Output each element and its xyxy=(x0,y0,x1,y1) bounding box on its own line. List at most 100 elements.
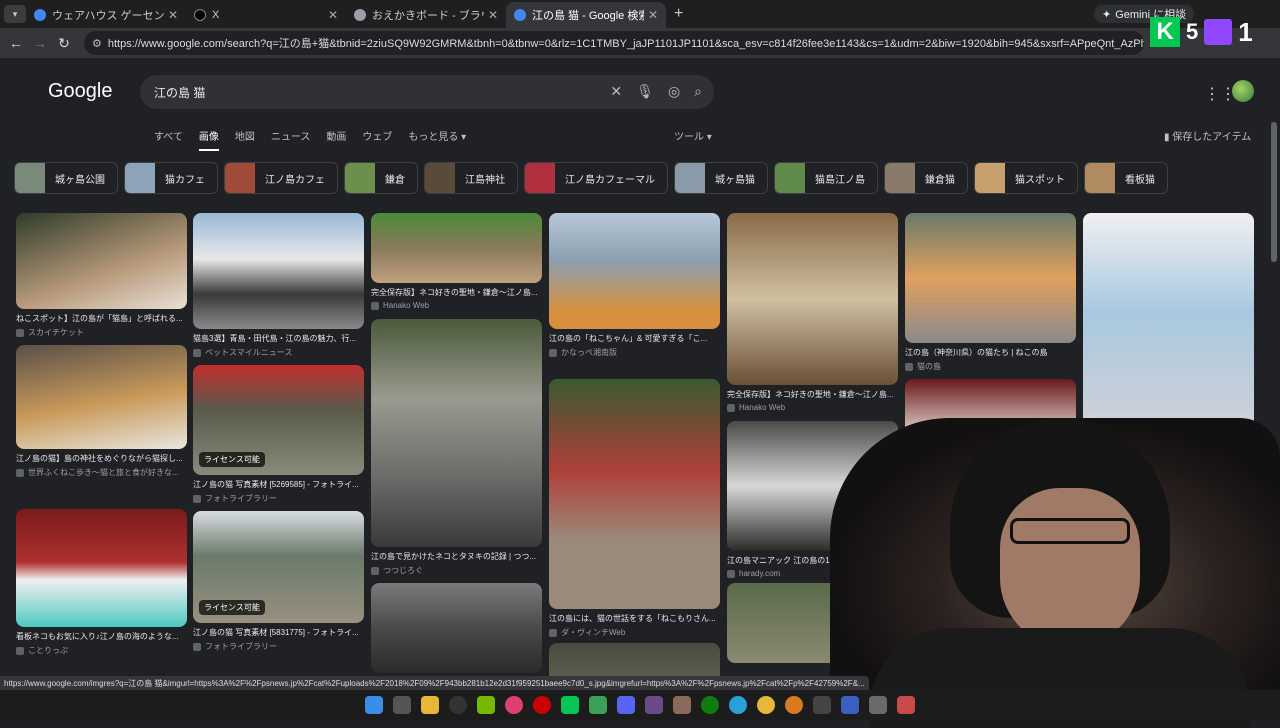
result-caption[interactable]: 江の島（神奈川県）の猫たち | ねこの島 xyxy=(905,347,1076,358)
related-chip[interactable]: 猫カフェ xyxy=(124,162,218,194)
url-input[interactable]: ⚙ https://www.google.com/search?q=江の島+猫&… xyxy=(84,31,1144,55)
result-thumbnail[interactable]: ライセンス可能 xyxy=(193,365,364,475)
result-thumbnail[interactable] xyxy=(727,213,898,385)
line-icon[interactable] xyxy=(561,696,579,714)
app-icon[interactable] xyxy=(645,696,663,714)
image-result[interactable]: 完全保存版】ネコ好きの聖地・鎌倉〜江ノ島... Hanako Web xyxy=(371,213,542,310)
lips-icon[interactable] xyxy=(505,696,523,714)
site-info-icon[interactable]: ⚙ xyxy=(92,37,102,50)
lens-icon[interactable]: ◎ xyxy=(668,83,680,100)
obs-icon[interactable] xyxy=(449,696,467,714)
back-arrow-icon[interactable]: ← xyxy=(4,35,28,51)
microphone-icon[interactable]: 🎙 xyxy=(636,83,654,100)
tools-button[interactable]: ツール ▾ xyxy=(674,128,712,143)
v-app-icon[interactable] xyxy=(589,696,607,714)
discord-icon[interactable] xyxy=(617,696,635,714)
close-tab-icon[interactable]: ✕ xyxy=(168,8,178,22)
app-icon[interactable] xyxy=(813,696,831,714)
result-caption[interactable]: 猫島3選】青島・田代島・江の島の魅力、行... xyxy=(193,333,364,344)
related-chip[interactable]: 猫島江ノ島 xyxy=(774,162,878,194)
image-result[interactable]: 完全保存版】ネコ好きの聖地・鎌倉〜江ノ島... Hanako Web xyxy=(727,213,898,412)
app-icon[interactable] xyxy=(841,696,859,714)
image-result[interactable]: 猫島3選】青島・田代島・江の島の魅力、行... ペットスマイルニュース xyxy=(193,213,364,358)
folder-icon[interactable] xyxy=(421,696,439,714)
tab-search-button[interactable]: ▾ xyxy=(4,5,26,23)
result-caption[interactable]: 江の島で見かけたネコとタヌキの記録 | つつ... xyxy=(371,551,542,562)
result-source[interactable]: ことりっぷ xyxy=(16,645,187,656)
close-tab-icon[interactable]: ✕ xyxy=(328,8,338,22)
task-view-icon[interactable] xyxy=(393,696,411,714)
related-chip[interactable]: 江ノ島カフェ xyxy=(224,162,338,194)
clear-icon[interactable]: ✕ xyxy=(610,83,622,100)
browser-tab[interactable]: ウェアハウス ゲーセン 岩根 - Google ✕ xyxy=(26,2,186,28)
result-caption[interactable]: 江の島の「ねこちゃん」& 可愛すぎる「こ... xyxy=(549,333,720,344)
image-result[interactable]: 江の島の「ねこちゃん」& 可愛すぎる「こ... かなっぺ湘南版 xyxy=(549,213,720,358)
related-chip[interactable]: 城ヶ島公園 xyxy=(14,162,118,194)
avatar[interactable] xyxy=(1232,80,1254,102)
result-thumbnail[interactable] xyxy=(193,213,364,329)
result-source[interactable]: 猫の島 xyxy=(905,361,1076,372)
browser-tab[interactable]: おえかきボード - ブラウザでかんたん ✕ xyxy=(346,2,506,28)
image-result[interactable]: ライセンス可能 江ノ島の猫 写真素材 [5831775] - フォトライ... フォ… xyxy=(193,511,364,652)
app-icon[interactable] xyxy=(897,696,915,714)
close-tab-icon[interactable]: ✕ xyxy=(648,8,658,22)
result-source[interactable]: フォトライブラリー xyxy=(193,641,364,652)
saved-items-button[interactable]: ▮ 保存したアイテム xyxy=(1164,128,1251,143)
related-chip[interactable]: 江ノ島カフェーマル xyxy=(524,162,668,194)
result-caption[interactable]: 完全保存版】ネコ好きの聖地・鎌倉〜江ノ島... xyxy=(727,389,898,400)
result-thumbnail[interactable] xyxy=(16,509,187,627)
search-input[interactable]: 江の島 猫 ✕ 🎙 ◎ ⌕ xyxy=(140,75,714,109)
result-thumbnail[interactable] xyxy=(549,379,720,609)
tab-images[interactable]: 画像 xyxy=(198,128,219,151)
page-scrollbar[interactable] xyxy=(1271,122,1277,262)
browser-tab[interactable]: X ✕ xyxy=(186,2,346,28)
result-source[interactable]: フォトライブラリー xyxy=(193,493,364,504)
image-result[interactable]: ライセンス可能江ノ島の猫 写真素材 [5269585] - フォトライ... フォ… xyxy=(193,365,364,504)
app-icon[interactable] xyxy=(785,696,803,714)
result-thumbnail[interactable] xyxy=(16,345,187,449)
app-icon[interactable] xyxy=(673,696,691,714)
app-icon[interactable] xyxy=(869,696,887,714)
xbox-icon[interactable] xyxy=(701,696,719,714)
result-caption[interactable]: 江ノ島の猫 写真素材 [5269585] - フォトライ... xyxy=(193,479,364,490)
tab-news[interactable]: ニュース xyxy=(271,128,311,151)
image-result[interactable] xyxy=(371,583,542,673)
related-chip[interactable]: 鎌倉猫 xyxy=(884,162,968,194)
reload-icon[interactable]: ↻ xyxy=(52,35,76,52)
tab-web[interactable]: ウェブ xyxy=(362,128,392,151)
google-logo[interactable]: Google xyxy=(48,80,113,103)
search-icon[interactable]: ⌕ xyxy=(694,83,702,100)
result-caption[interactable]: 江の島には、猫の世話をする「ねこもりさん... xyxy=(549,613,720,624)
related-chip[interactable]: 城ヶ島猫 xyxy=(674,162,768,194)
nvidia-icon[interactable] xyxy=(477,696,495,714)
image-result[interactable]: 江ノ島の猫】島の神社をめぐりながら猫探し... 世界ふくねこ歩き〜猫と旅と食が好き… xyxy=(16,345,187,478)
image-result[interactable]: 江の島には、猫の世話をする「ねこもりさん... ダ・ヴィンチWeb xyxy=(549,379,720,638)
result-caption[interactable]: 江ノ島の猫 写真素材 [5831775] - フォトライ... xyxy=(193,627,364,638)
new-tab-icon[interactable]: + xyxy=(674,5,683,23)
close-tab-icon[interactable]: ✕ xyxy=(488,8,498,22)
result-source[interactable]: ダ・ヴィンチWeb xyxy=(549,627,720,638)
tab-maps[interactable]: 地図 xyxy=(235,128,255,151)
tab-videos[interactable]: 動画 xyxy=(326,128,346,151)
image-result[interactable]: ねこスポット】江の島が「猫島」と呼ばれる... スカイチケット xyxy=(16,213,187,338)
result-source[interactable]: ペットスマイルニュース xyxy=(193,347,364,358)
result-caption[interactable]: ねこスポット】江の島が「猫島」と呼ばれる... xyxy=(16,313,187,324)
result-source[interactable]: スカイチケット xyxy=(16,327,187,338)
result-thumbnail[interactable] xyxy=(549,643,720,676)
forward-arrow-icon[interactable]: → xyxy=(28,35,52,51)
related-chip[interactable]: 看板猫 xyxy=(1084,162,1168,194)
result-source[interactable]: Hanako Web xyxy=(727,403,898,412)
related-chip[interactable]: 猫スポット xyxy=(974,162,1078,194)
result-source[interactable]: つつじろぐ xyxy=(371,565,542,576)
image-result[interactable]: 看板ネコもお気に入り♪江ノ島の海のような... ことりっぷ xyxy=(16,509,187,656)
result-thumbnail[interactable] xyxy=(16,213,187,309)
image-result[interactable] xyxy=(549,643,720,676)
result-thumbnail[interactable] xyxy=(371,319,542,547)
browser-tab-active[interactable]: 江の島 猫 - Google 検索 ✕ xyxy=(506,2,666,28)
tab-more[interactable]: もっと見る ▾ xyxy=(408,128,466,151)
related-chip[interactable]: 鎌倉 xyxy=(344,162,418,194)
result-caption[interactable]: 江ノ島の猫】島の神社をめぐりながら猫探し... xyxy=(16,453,187,464)
apps-grid-icon[interactable]: ⋮⋮ xyxy=(1204,84,1236,104)
result-source[interactable]: かなっぺ湘南版 xyxy=(549,347,720,358)
record-icon[interactable] xyxy=(533,696,551,714)
